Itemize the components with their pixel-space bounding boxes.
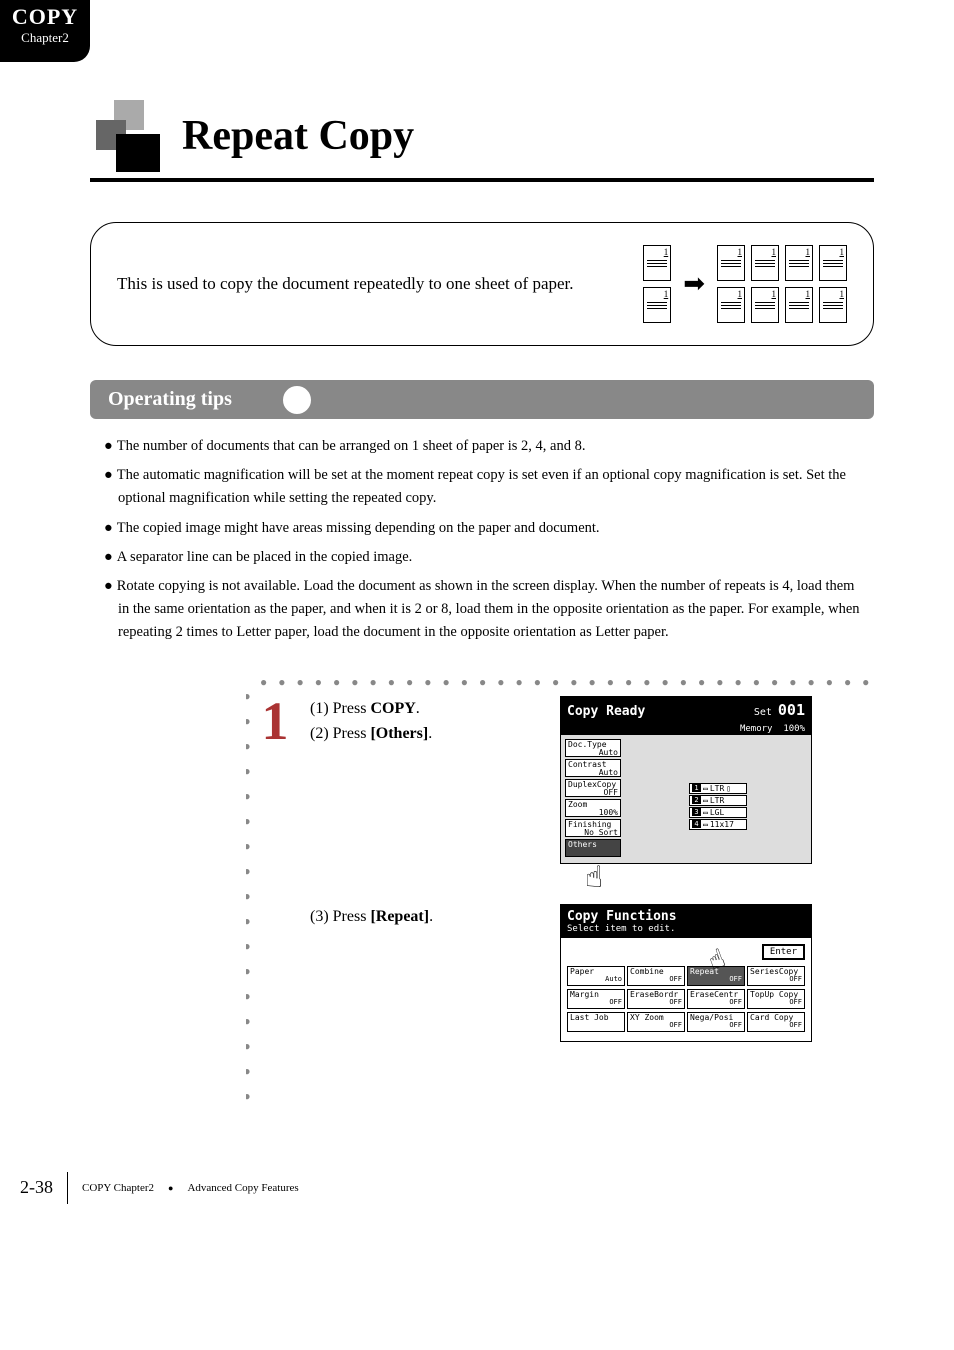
pointing-hand-icon: ☝	[585, 863, 603, 893]
step-text: (1) Press COPY. (2) Press [Others].	[310, 696, 540, 747]
fn-erasebordr[interactable]: EraseBordrOFF	[627, 989, 685, 1009]
page-number: 2-38	[20, 1177, 53, 1198]
screen-copy-functions: Copy Functions Select item to edit. Ente…	[560, 904, 812, 1042]
screen-title: Copy Ready	[567, 704, 645, 719]
enter-button[interactable]: Enter	[762, 944, 805, 960]
btn-finishing[interactable]: FinishingNo Sort	[565, 819, 621, 837]
title-divider	[90, 178, 874, 182]
screen2-subtitle: Select item to edit.	[567, 924, 805, 934]
tip-item: The number of documents that can be arra…	[104, 435, 860, 458]
tray-4[interactable]: 4▭ 11x17	[689, 819, 747, 830]
chapter-corner-tab: COPY Chapter2	[0, 0, 90, 62]
set-value: 001	[778, 701, 805, 719]
dotted-divider-vertical: ● ● ● ● ● ● ● ● ● ● ● ● ● ● ● ● ● ● ● ● …	[246, 689, 254, 1112]
tray-1[interactable]: 1▭ LTR▯	[689, 783, 747, 794]
fn-erasecentr[interactable]: EraseCentrOFF	[687, 989, 745, 1009]
tip-item: A separator line can be placed in the co…	[104, 546, 860, 569]
fn-topup-copy[interactable]: TopUp CopyOFF	[747, 989, 805, 1009]
footer-chapter: COPY Chapter2	[82, 1182, 154, 1194]
page-footer: 2-38 COPY Chapter2 ● Advanced Copy Featu…	[0, 1172, 954, 1204]
fn-xy-zoom[interactable]: XY ZoomOFF	[627, 1012, 685, 1032]
page-title: Repeat Copy	[182, 112, 414, 160]
step-3: 1 (3) Press [Repeat]. Copy Functions Sel…	[260, 904, 874, 1042]
intro-graphic: 1 1 ➡ 1 1 1 1 1 1 1 1	[643, 245, 847, 323]
step-text: (3) Press [Repeat].	[310, 904, 540, 930]
fn-last-job[interactable]: Last Job	[567, 1012, 625, 1032]
screen-copy-ready: Copy Ready Set 001 Memory 100% Doc.TypeA…	[560, 696, 812, 864]
fn-margin[interactable]: MarginOFF	[567, 989, 625, 1009]
btn-duplexcopy[interactable]: DuplexCopyOFF	[565, 779, 621, 797]
section-circle-icon	[280, 383, 314, 417]
btn-others[interactable]: Others	[565, 839, 621, 857]
fn-paper[interactable]: PaperAuto	[567, 966, 625, 986]
corner-big: COPY	[0, 4, 90, 30]
title-row: Repeat Copy	[90, 100, 874, 172]
intro-box: This is used to copy the document repeat…	[90, 222, 874, 346]
btn-doctype[interactable]: Doc.TypeAuto	[565, 739, 621, 757]
btn-zoom[interactable]: Zoom100%	[565, 799, 621, 817]
doc-icon: 1	[643, 245, 671, 281]
memory-value: 100%	[783, 724, 805, 734]
fn-card-copy[interactable]: Card CopyOFF	[747, 1012, 805, 1032]
device-illustration: 1▭ LTR▯ 2▭ LTR 3▭ LGL 4▭ 11x17	[625, 739, 807, 859]
tip-item: Rotate copying is not available. Load th…	[104, 575, 860, 645]
btn-contrast[interactable]: ContrastAuto	[565, 759, 621, 777]
tray-3[interactable]: 3▭ LGL	[689, 807, 747, 818]
footer-section: Advanced Copy Features	[187, 1182, 298, 1194]
dotted-divider: ● ● ● ● ● ● ● ● ● ● ● ● ● ● ● ● ● ● ● ● …	[260, 675, 874, 690]
corner-small: Chapter2	[0, 30, 90, 46]
doc-grid: 1 1 1 1 1 1 1 1	[717, 245, 847, 323]
screen2-title: Copy Functions	[567, 909, 805, 924]
tip-item: The automatic magnification will be set …	[104, 464, 860, 510]
tips-list: The number of documents that can be arra…	[90, 435, 874, 645]
step-1: 1 (1) Press COPY. (2) Press [Others]. Co…	[260, 696, 874, 864]
fn-nega-posi[interactable]: Nega/PosiOFF	[687, 1012, 745, 1032]
section-heading: Operating tips	[90, 380, 874, 419]
fn-combine[interactable]: CombineOFF	[627, 966, 685, 986]
arrow-right-icon: ➡	[683, 269, 705, 299]
title-icon	[90, 100, 162, 172]
section-heading-label: Operating tips	[108, 388, 232, 411]
tip-item: The copied image might have areas missin…	[104, 517, 860, 540]
intro-text: This is used to copy the document repeat…	[117, 271, 613, 297]
doc-icon: 1	[643, 287, 671, 323]
set-label: Set	[754, 707, 772, 718]
footer-dot-icon: ●	[168, 1183, 173, 1193]
step-number: 1	[260, 700, 290, 743]
memory-label: Memory	[740, 724, 773, 734]
side-buttons: Doc.TypeAuto ContrastAuto DuplexCopyOFF …	[565, 739, 621, 859]
tray-2[interactable]: 2▭ LTR	[689, 795, 747, 806]
fn-seriescopy[interactable]: SeriesCopyOFF	[747, 966, 805, 986]
